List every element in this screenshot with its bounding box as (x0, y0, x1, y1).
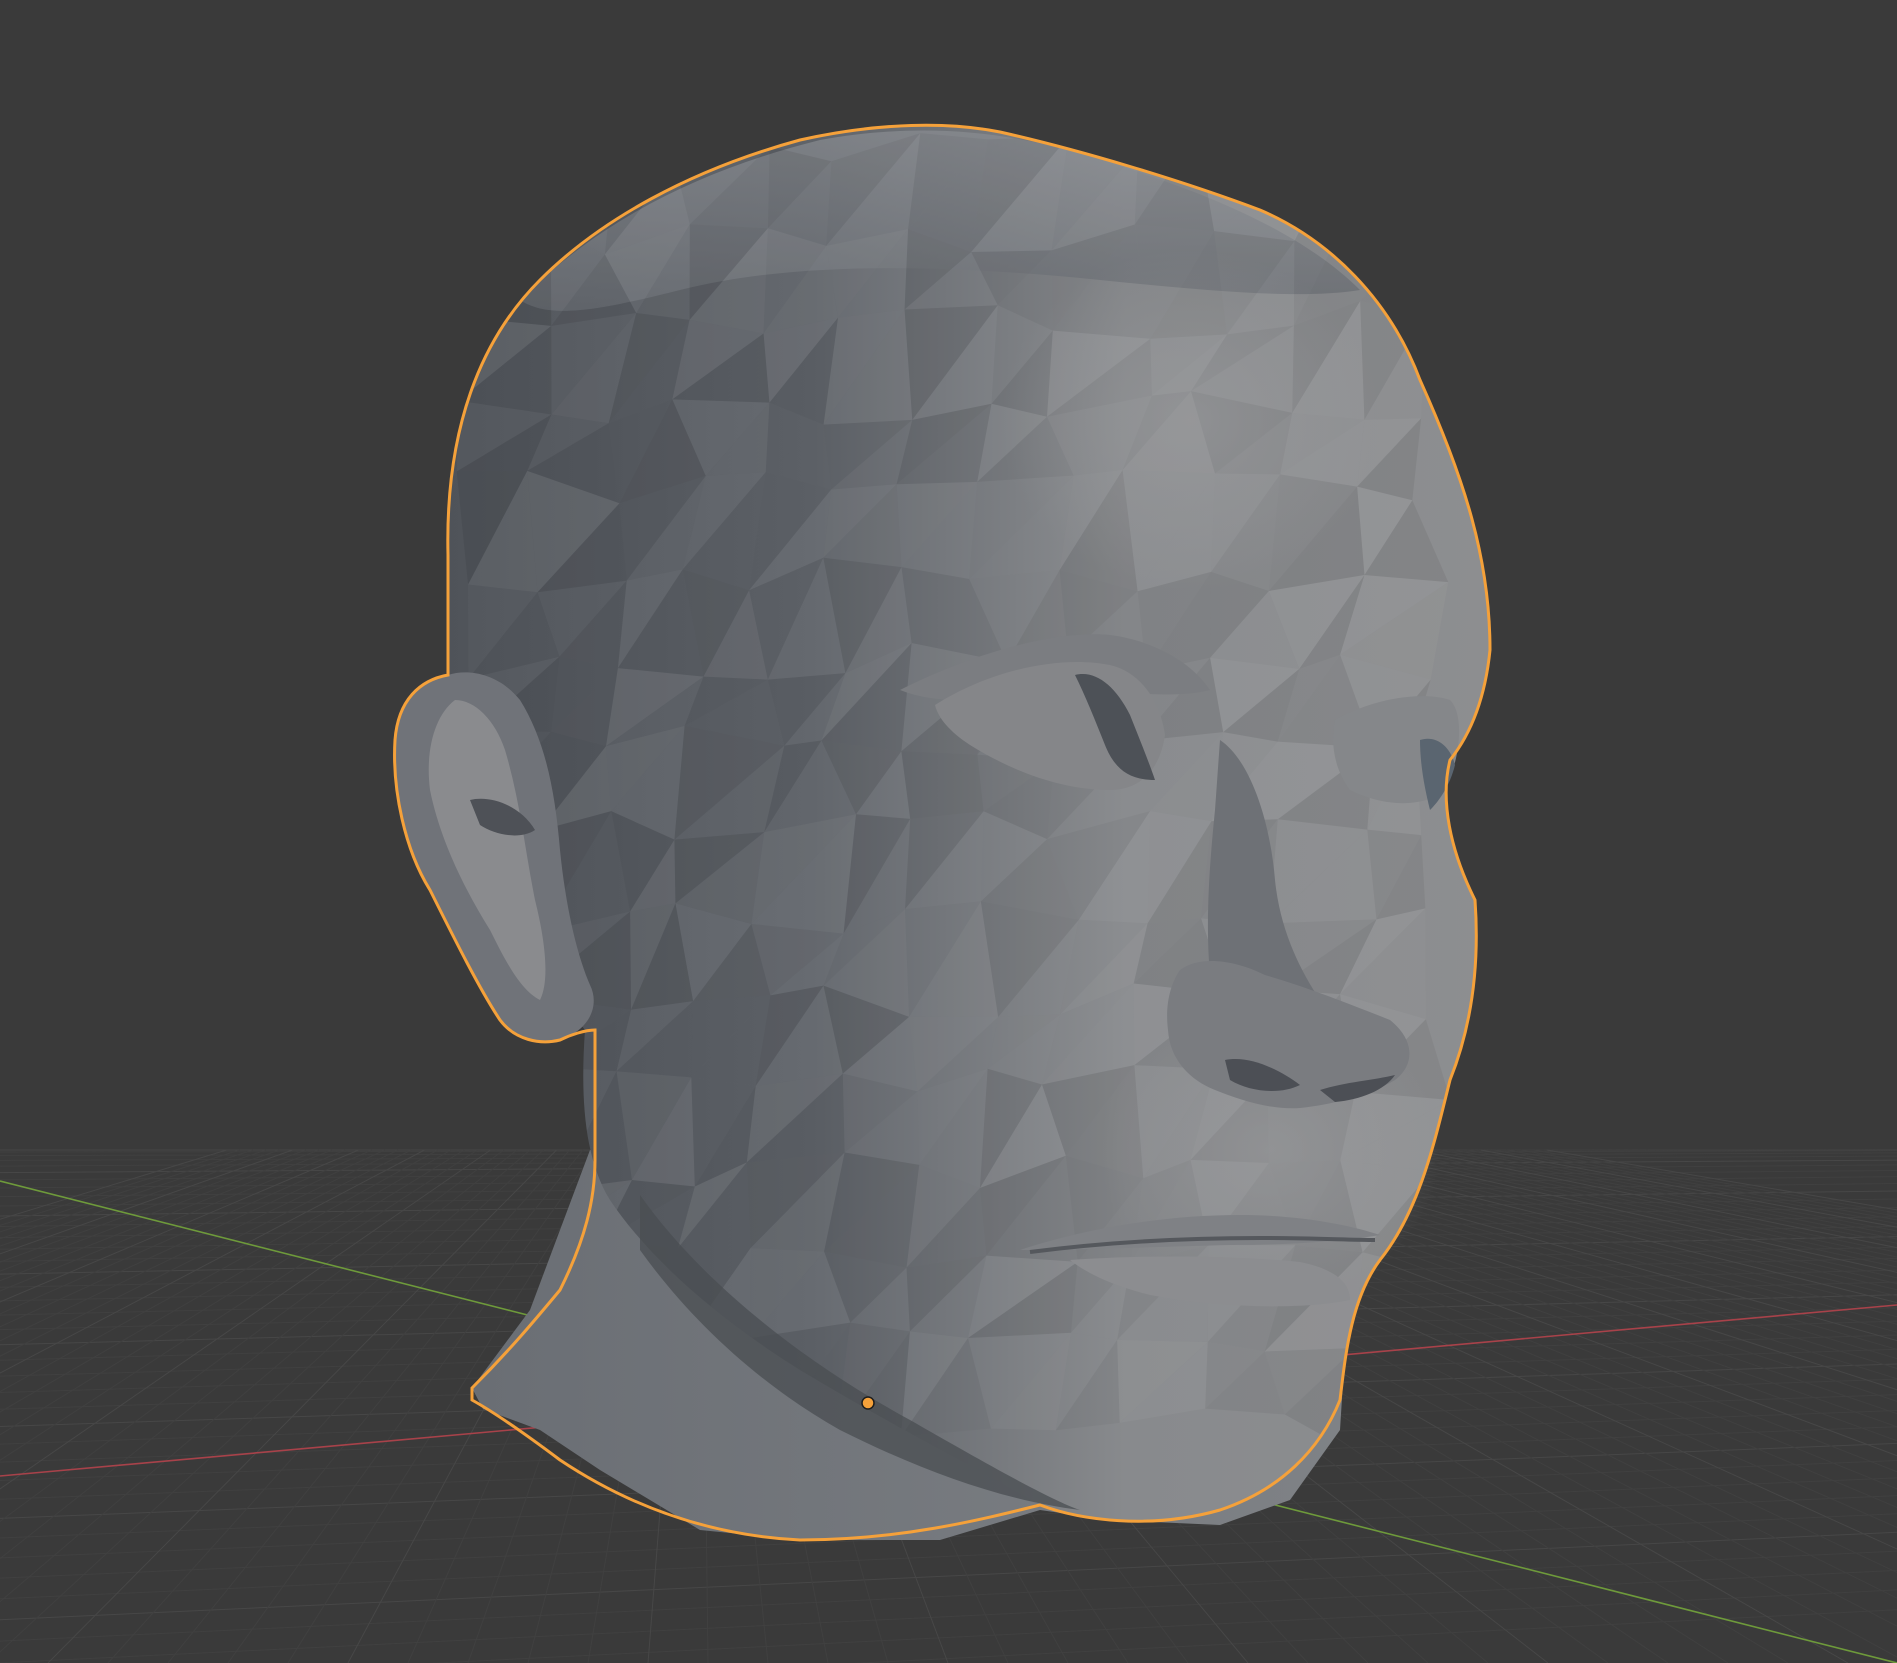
mesh-facet (457, 1067, 546, 1150)
mesh-facet (1360, 218, 1431, 315)
grid-line (1401, 1149, 1897, 1253)
mesh-facet (1294, 148, 1343, 241)
mesh-facet (1338, 1323, 1442, 1444)
grid-line (0, 1149, 293, 1255)
viewport-canvas[interactable] (0, 0, 1897, 1663)
mesh-facet (454, 1249, 527, 1340)
head-mesh-object[interactable] (393, 123, 1492, 1542)
forehead-highlight (1000, 250, 1380, 590)
grid-line (851, 1609, 1897, 1663)
grid-line (0, 1149, 254, 1233)
mesh-facet (466, 139, 529, 238)
grid-line (0, 1149, 465, 1436)
grid-line (1427, 1149, 1897, 1244)
grid-line (426, 1589, 1897, 1663)
mesh-facet (466, 139, 551, 238)
grid-line (1454, 1149, 1897, 1236)
grid-line (0, 1149, 439, 1393)
mesh-facet (551, 150, 616, 254)
mesh-facet (451, 226, 552, 326)
grid-line (0, 1149, 267, 1240)
mesh-facet (528, 139, 616, 227)
grid-line (0, 1149, 425, 1374)
mesh-facet (1343, 138, 1450, 224)
grid-line (0, 1149, 452, 1413)
mesh-facet (1343, 138, 1450, 224)
object-origin-dot[interactable] (861, 1396, 875, 1410)
mesh-facet (1294, 147, 1343, 242)
mesh-facet (456, 1067, 558, 1190)
grid-line (0, 1149, 412, 1357)
mesh-facet (471, 1189, 558, 1273)
grid-line (0, 1149, 320, 1272)
3d-viewport[interactable] (0, 0, 1897, 1663)
grid-line (0, 1550, 1897, 1642)
mesh-facet (456, 1150, 558, 1273)
mesh-facet (1338, 1323, 1443, 1445)
